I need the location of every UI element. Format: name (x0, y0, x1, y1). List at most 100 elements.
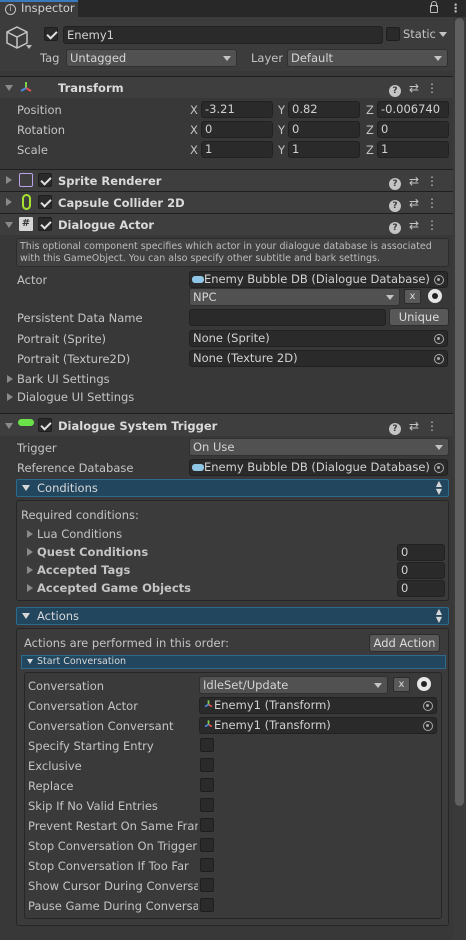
help-icon[interactable]: ? (388, 200, 401, 212)
bark-ui-settings-foldout[interactable]: Bark UI Settings (17, 371, 110, 387)
capsule-collider-header[interactable]: Capsule Collider 2D ? ⇄⋮ (0, 191, 453, 213)
object-picker-icon[interactable] (423, 701, 433, 711)
rotation-z-field[interactable]: 0 (377, 121, 449, 138)
show-cursor-checkbox[interactable] (200, 878, 214, 892)
skip-if-no-valid-entries-checkbox[interactable] (200, 798, 214, 812)
object-picker-icon[interactable] (434, 334, 444, 344)
transform-foldout-arrow[interactable] (5, 85, 13, 91)
presets-icon[interactable]: ⇄ (409, 419, 426, 433)
prevent-restart-checkbox[interactable] (200, 818, 214, 832)
dialogue-actor-enabled-checkbox[interactable] (38, 217, 52, 231)
bark-ui-foldout-arrow[interactable] (7, 375, 13, 383)
object-picker-icon[interactable] (434, 354, 444, 364)
static-checkbox[interactable] (386, 27, 400, 41)
kebab-menu-icon[interactable]: ⋮ (426, 81, 445, 95)
lua-conditions-foldout-arrow[interactable] (27, 530, 33, 538)
object-picker-icon[interactable] (434, 463, 444, 473)
dialogue-system-trigger-header[interactable]: Dialogue System Trigger ? ⇄⋮ (0, 413, 453, 436)
quest-conditions-count[interactable]: 0 (397, 544, 445, 561)
actor-database-field[interactable]: Enemy Bubble DB (Dialogue Database) (189, 271, 448, 288)
unique-button[interactable]: Unique (389, 308, 449, 326)
actor-select-button[interactable] (428, 289, 442, 303)
scrollbar-thumb[interactable] (455, 18, 464, 806)
replace-checkbox[interactable] (200, 778, 214, 792)
stop-on-trigger-label: Stop Conversation On Trigger (28, 839, 198, 853)
persistent-data-name-field[interactable] (189, 309, 386, 326)
accepted-game-objects-count[interactable]: 0 (397, 580, 445, 597)
specify-starting-entry-checkbox[interactable] (200, 738, 214, 752)
capsule-collider-foldout-arrow[interactable] (6, 198, 12, 206)
dialogue-system-trigger-enabled-checkbox[interactable] (38, 418, 52, 432)
layer-dropdown[interactable]: Default (287, 49, 448, 67)
accepted-tags-foldout[interactable]: Accepted Tags (37, 562, 130, 578)
add-action-button[interactable]: Add Action (369, 634, 440, 652)
script-icon: # (19, 217, 33, 231)
quest-conditions-foldout-arrow[interactable] (27, 548, 33, 556)
tag-dropdown[interactable]: Untagged (66, 49, 237, 67)
object-picker-icon[interactable] (423, 721, 433, 731)
dialogue-ui-foldout-arrow[interactable] (7, 393, 13, 401)
position-y-field[interactable]: 0.82 (288, 101, 360, 118)
presets-icon[interactable]: ⇄ (409, 218, 426, 232)
help-icon[interactable]: ? (388, 85, 401, 97)
conversation-dropdown[interactable]: IdleSet/Update (199, 676, 388, 694)
position-x-field[interactable]: -3.21 (201, 101, 273, 118)
quest-conditions-foldout[interactable]: Quest Conditions (37, 544, 148, 560)
accepted-tags-count[interactable]: 0 (397, 562, 445, 579)
trigger-dropdown[interactable]: On Use (189, 438, 449, 456)
dialogue-actor-foldout-arrow[interactable] (5, 222, 13, 228)
start-conversation-header[interactable]: Start Conversation (21, 655, 446, 669)
lua-conditions-foldout[interactable]: Lua Conditions (37, 526, 122, 542)
transform-header[interactable]: Transform ? ⇄⋮ (0, 76, 453, 98)
stop-on-trigger-checkbox[interactable] (200, 838, 214, 852)
gameobject-active-checkbox[interactable] (44, 27, 58, 41)
rotation-y-field[interactable]: 0 (288, 121, 360, 138)
actions-foldout[interactable]: Actions ▲ ▼ (16, 607, 449, 625)
inspector-tab[interactable]: i Inspector (0, 0, 78, 17)
actor-clear-button[interactable]: x (404, 289, 421, 304)
capsule-collider-enabled-checkbox[interactable] (38, 195, 52, 209)
dialogue-system-trigger-foldout-arrow[interactable] (5, 423, 13, 429)
scale-y-field[interactable]: 1 (288, 141, 360, 158)
dialogue-system-trigger-title: Dialogue System Trigger (58, 419, 218, 433)
conversation-select-button[interactable] (417, 677, 431, 691)
rotation-x-field[interactable]: 0 (201, 121, 273, 138)
object-picker-icon[interactable] (434, 275, 444, 285)
conversation-clear-button[interactable]: x (393, 677, 410, 692)
kebab-menu-icon[interactable]: ⋮ (426, 174, 445, 188)
kebab-menu-icon[interactable]: ⋮ (426, 218, 445, 232)
sprite-renderer-header[interactable]: Sprite Renderer ? ⇄⋮ (0, 169, 453, 191)
presets-icon[interactable]: ⇄ (409, 174, 426, 188)
dialogue-ui-settings-foldout[interactable]: Dialogue UI Settings (17, 389, 134, 405)
presets-icon[interactable]: ⇄ (409, 81, 426, 95)
kebab-menu-icon[interactable]: ⋮ (450, 0, 462, 16)
sprite-renderer-enabled-checkbox[interactable] (38, 173, 52, 187)
reference-database-field[interactable]: Enemy Bubble DB (Dialogue Database) (189, 459, 448, 476)
gameobject-name-field[interactable]: Enemy1 (63, 26, 383, 44)
sprite-renderer-foldout-arrow[interactable] (6, 176, 12, 184)
help-icon[interactable]: ? (388, 423, 401, 435)
portrait-sprite-field[interactable]: None (Sprite) (189, 330, 448, 347)
scale-x-field[interactable]: 1 (201, 141, 273, 158)
kebab-menu-icon[interactable]: ⋮ (426, 419, 445, 433)
help-icon[interactable]: ? (388, 178, 401, 190)
accepted-game-objects-foldout[interactable]: Accepted Game Objects (37, 580, 191, 596)
gameobject-icon-dropdown-arrow[interactable] (26, 45, 32, 49)
actor-dropdown[interactable]: NPC (189, 288, 400, 306)
pause-game-checkbox[interactable] (200, 898, 214, 912)
portrait-texture-field[interactable]: None (Texture 2D) (189, 350, 448, 367)
accepted-tags-foldout-arrow[interactable] (27, 566, 33, 574)
help-icon[interactable]: ? (388, 222, 401, 234)
position-z-field[interactable]: -0.006740 (377, 101, 449, 118)
scale-z-field[interactable]: 1 (377, 141, 449, 158)
static-dropdown-arrow[interactable] (439, 32, 447, 37)
accepted-game-objects-foldout-arrow[interactable] (27, 584, 33, 592)
conversation-actor-field[interactable]: Enemy1 (Transform) (199, 697, 437, 714)
stop-if-too-far-checkbox[interactable] (200, 858, 214, 872)
dialogue-actor-header[interactable]: # Dialogue Actor ? ⇄⋮ (0, 213, 453, 235)
conversation-conversant-field[interactable]: Enemy1 (Transform) (199, 717, 437, 734)
presets-icon[interactable]: ⇄ (409, 196, 426, 210)
conditions-foldout[interactable]: Conditions ▲ ▼ (16, 479, 449, 497)
exclusive-checkbox[interactable] (200, 758, 214, 772)
kebab-menu-icon[interactable]: ⋮ (426, 196, 445, 210)
